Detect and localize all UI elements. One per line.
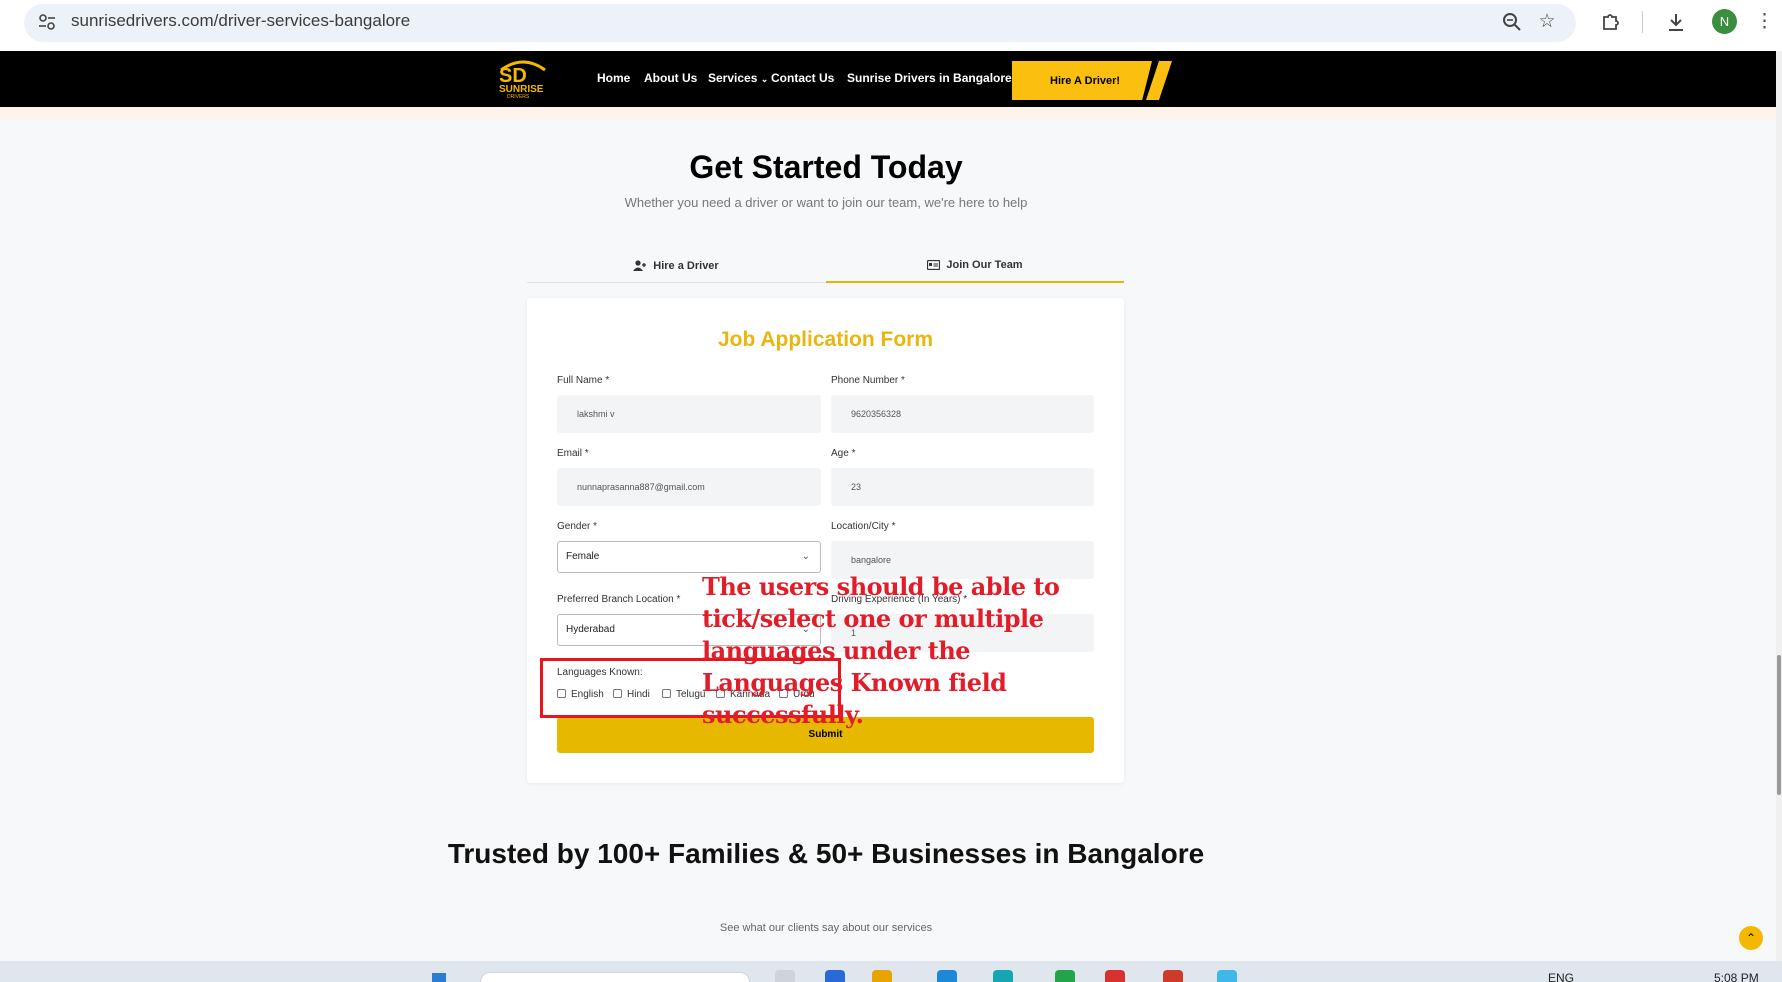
app-icon[interactable] [1163, 970, 1183, 982]
url-text[interactable]: sunrisedrivers.com/driver-services-banga… [71, 11, 410, 31]
chevron-down-icon: ⌄ [801, 551, 810, 562]
location-label: Location/City * [831, 521, 896, 532]
menu-icon[interactable]: ⋮ [1755, 10, 1774, 34]
system-clock[interactable]: 5:08 PM [1714, 971, 1759, 982]
tab-hire-driver[interactable]: Hire a Driver [527, 248, 825, 283]
tune-icon[interactable] [36, 11, 58, 33]
nav-sunrise-bangalore[interactable]: Sunrise Drivers in Bangalore [847, 71, 1012, 85]
trusted-subtitle: See what our clients say about our servi… [719, 922, 933, 934]
page-scrollbar[interactable] [1776, 51, 1782, 961]
tab-hire-driver-label: Hire a Driver [653, 259, 719, 272]
download-icon[interactable] [1664, 10, 1688, 34]
user-plus-icon [633, 260, 647, 271]
trusted-title: Trusted by 100+ Families & 50+ Businesse… [447, 838, 1205, 869]
profile-avatar[interactable]: N [1712, 9, 1737, 34]
gender-value: Female [566, 551, 600, 562]
email-label: Email * [557, 448, 589, 459]
taskbar-search[interactable] [480, 972, 750, 982]
file-explorer-icon[interactable] [872, 970, 892, 982]
nav-contact-us[interactable]: Contact Us [771, 71, 834, 85]
hire-driver-label: Hire A Driver! [1050, 75, 1121, 87]
app-icon[interactable] [937, 970, 957, 982]
hero-subtitle: Whether you need a driver or want to joi… [624, 195, 1028, 210]
phone-input[interactable]: 9620356328 [831, 395, 1094, 433]
id-card-icon [927, 259, 941, 270]
gender-label: Gender * [557, 521, 598, 532]
scrollbar-thumb[interactable] [1777, 655, 1781, 795]
gender-select[interactable]: Female ⌄ [557, 541, 821, 573]
app-icon[interactable] [1217, 970, 1237, 982]
branch-value: Hyderabad [566, 624, 615, 635]
toolbar-divider [1642, 11, 1643, 33]
full-name-input[interactable]: lakshmi v [557, 395, 821, 433]
age-label: Age * [831, 448, 856, 459]
form-tabs: Hire a Driver Join Our Team [527, 248, 1124, 283]
age-input[interactable]: 23 [831, 468, 1094, 506]
nav-services[interactable]: Services ⌄ [708, 71, 768, 85]
task-view-icon[interactable] [775, 970, 795, 982]
scroll-top-button[interactable]: ⌃ [1739, 926, 1763, 950]
os-taskbar: ENG 5:08 PM [0, 961, 1782, 982]
email-input[interactable]: nunnaprasanna887@gmail.com [557, 468, 821, 506]
test-annotation: The users should be able to tick/select … [702, 572, 1060, 729]
app-icon[interactable] [1055, 970, 1075, 982]
phone-label: Phone Number * [831, 375, 905, 386]
branch-label: Preferred Branch Location * [557, 594, 681, 605]
hero-title: Get Started Today [689, 149, 963, 185]
browser-toolbar: sunrisedrivers.com/driver-services-banga… [0, 0, 1782, 51]
tab-join-team[interactable]: Join Our Team [826, 248, 1124, 283]
extensions-icon[interactable] [1599, 10, 1623, 34]
app-icon[interactable] [825, 970, 845, 982]
chevron-down-icon: ⌄ [760, 74, 769, 84]
edge-icon[interactable] [993, 970, 1013, 982]
input-language[interactable]: ENG [1548, 971, 1574, 982]
chrome-icon[interactable] [1105, 970, 1125, 982]
zoom-icon[interactable] [1500, 10, 1524, 34]
full-name-label: Full Name * [557, 375, 610, 386]
chevron-up-icon: ⌃ [1745, 931, 1757, 945]
tab-join-team-label: Join Our Team [946, 258, 1023, 271]
windows-start-icon[interactable] [432, 973, 446, 982]
star-icon[interactable]: ☆ [1535, 10, 1559, 34]
nav-services-label: Services [708, 71, 758, 85]
form-title: Job Application Form [717, 328, 934, 351]
navbar-underline [0, 107, 1776, 119]
hire-driver-button[interactable]: Hire A Driver! [1012, 61, 1152, 100]
nav-home[interactable]: Home [597, 71, 630, 85]
svg-text:DRIVERS: DRIVERS [507, 94, 530, 100]
sunrise-logo[interactable]: SD SUNRISE DRIVERS [493, 56, 553, 104]
nav-about-us[interactable]: About Us [644, 71, 697, 85]
